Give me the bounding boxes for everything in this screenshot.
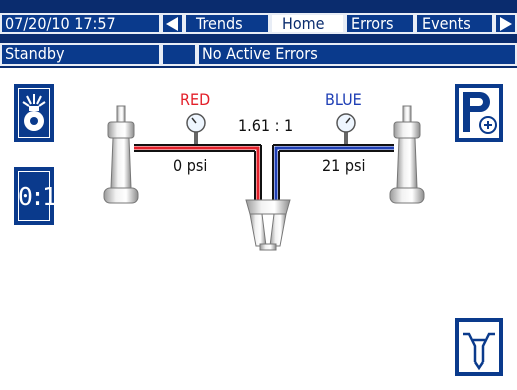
left-fluid-label: RED bbox=[180, 90, 211, 109]
tab-errors[interactable]: Errors bbox=[345, 13, 415, 34]
prev-button[interactable] bbox=[161, 13, 184, 34]
manifold-icon bbox=[245, 199, 291, 251]
datetime: 07/20/10 17:57 bbox=[0, 13, 161, 34]
right-cylinder-icon bbox=[389, 105, 425, 204]
right-pressure: 21 psi bbox=[322, 156, 366, 175]
ratio-button[interactable]: 0:1 bbox=[14, 167, 57, 225]
status-indicator bbox=[161, 43, 197, 66]
right-gauge-icon bbox=[336, 113, 356, 144]
mix-icon bbox=[463, 332, 495, 371]
left-cylinder-icon bbox=[103, 105, 139, 204]
pump-icon bbox=[22, 94, 46, 131]
park-button[interactable] bbox=[455, 84, 503, 142]
next-button[interactable] bbox=[494, 13, 517, 34]
tab-events[interactable]: Events bbox=[415, 13, 494, 34]
ratio-button-label: 0:1 bbox=[17, 182, 57, 211]
tab-home[interactable]: Home bbox=[270, 13, 345, 34]
ratio-value: 1.61 : 1 bbox=[238, 116, 294, 135]
status-text: Standby bbox=[0, 43, 161, 66]
park-icon bbox=[463, 92, 497, 134]
separator bbox=[0, 66, 517, 68]
error-status[interactable]: No Active Errors bbox=[197, 43, 517, 66]
right-arrow-icon bbox=[500, 17, 512, 31]
mix-button[interactable] bbox=[455, 318, 503, 376]
pump-button[interactable] bbox=[14, 84, 54, 142]
left-gauge-icon bbox=[186, 113, 206, 144]
tab-trends[interactable]: Trends bbox=[184, 13, 270, 34]
left-arrow-icon bbox=[166, 17, 178, 31]
right-fluid-label: BLUE bbox=[325, 90, 362, 109]
left-pressure: 0 psi bbox=[173, 156, 208, 175]
